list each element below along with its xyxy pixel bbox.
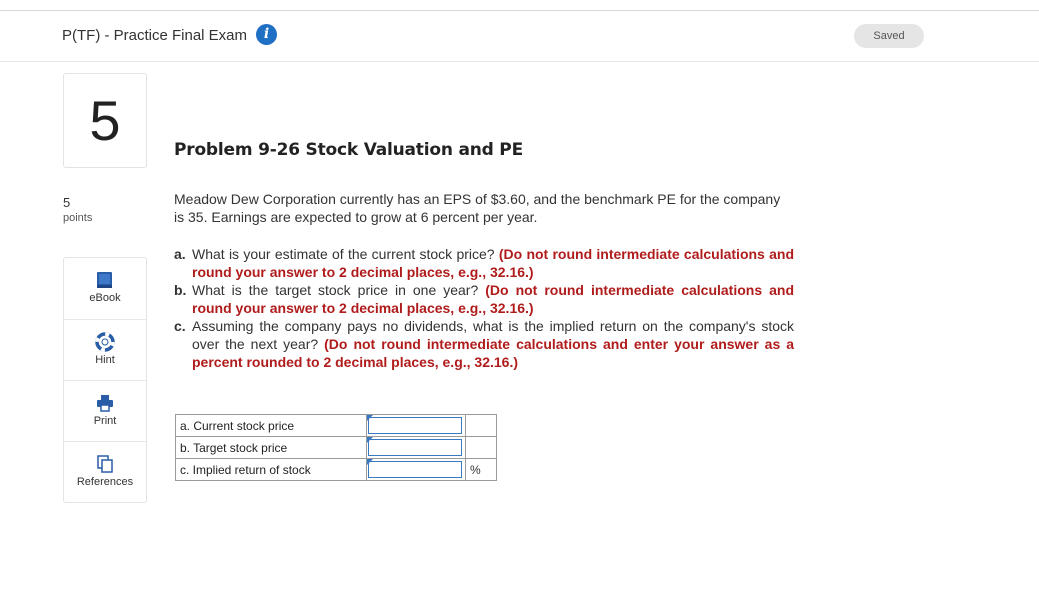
question-item-a: a. What is your estimate of the current … — [174, 245, 794, 281]
question-item-b: b. What is the target stock price in one… — [174, 281, 794, 317]
table-row: c. Implied return of stock % — [175, 458, 497, 481]
table-row: a. Current stock price — [175, 414, 497, 437]
question-number-box: 5 — [63, 73, 147, 168]
hint-label: Hint — [95, 354, 115, 366]
answer-cell-c — [366, 458, 466, 481]
answer-cell-b — [366, 436, 466, 459]
answer-label-c: c. Implied return of stock — [175, 458, 367, 481]
answer-cell-a — [366, 414, 466, 437]
problem-intro: Meadow Dew Corporation currently has an … — [174, 191, 781, 225]
book-icon — [97, 272, 112, 288]
ebook-label: eBook — [89, 292, 121, 304]
problem-title: Problem 9-26 Stock Valuation and PE — [174, 140, 523, 160]
question-number: 5 — [89, 89, 121, 152]
current-price-input[interactable] — [368, 417, 462, 434]
question-letter: c. — [174, 318, 186, 334]
flag-marker — [367, 415, 373, 421]
flag-marker — [367, 459, 373, 465]
header: P(TF) - Practice Final Exam i Saved — [0, 11, 1039, 62]
unit-cell-b — [465, 436, 497, 459]
flag-marker — [367, 437, 373, 443]
ebook-button[interactable]: eBook — [64, 258, 146, 319]
page-title: P(TF) - Practice Final Exam — [62, 27, 248, 44]
question-text: What is the target stock price in one ye… — [192, 282, 486, 298]
implied-return-input[interactable] — [368, 461, 462, 478]
answer-label-b: b. Target stock price — [175, 436, 367, 459]
table-row: b. Target stock price — [175, 436, 497, 459]
question-letter: a. — [174, 246, 186, 262]
hint-button[interactable]: Hint — [64, 319, 146, 381]
saved-badge: Saved — [854, 24, 924, 48]
copy-icon — [97, 455, 113, 473]
percent-unit: % — [465, 458, 497, 481]
references-button[interactable]: References — [64, 441, 146, 503]
print-label: Print — [93, 415, 117, 427]
points-value: 5 — [63, 195, 71, 210]
references-label: References — [76, 476, 134, 488]
top-strip — [0, 0, 1039, 11]
info-icon[interactable]: i — [256, 24, 277, 45]
question-item-c: c. Assuming the company pays no dividend… — [174, 317, 794, 371]
question-text: What is your estimate of the current sto… — [192, 246, 499, 262]
lifebuoy-icon — [95, 332, 115, 352]
print-button[interactable]: Print — [64, 380, 146, 442]
question-list: a. What is your estimate of the current … — [174, 245, 794, 371]
tools-panel: eBook Hint Print References — [63, 257, 147, 503]
target-price-input[interactable] — [368, 439, 462, 456]
question-letter: b. — [174, 282, 187, 298]
points-label: points — [63, 212, 93, 224]
printer-icon — [97, 395, 113, 412]
answer-label-a: a. Current stock price — [175, 414, 367, 437]
answer-table: a. Current stock price b. Target stock p… — [175, 414, 497, 481]
unit-cell-a — [465, 414, 497, 437]
